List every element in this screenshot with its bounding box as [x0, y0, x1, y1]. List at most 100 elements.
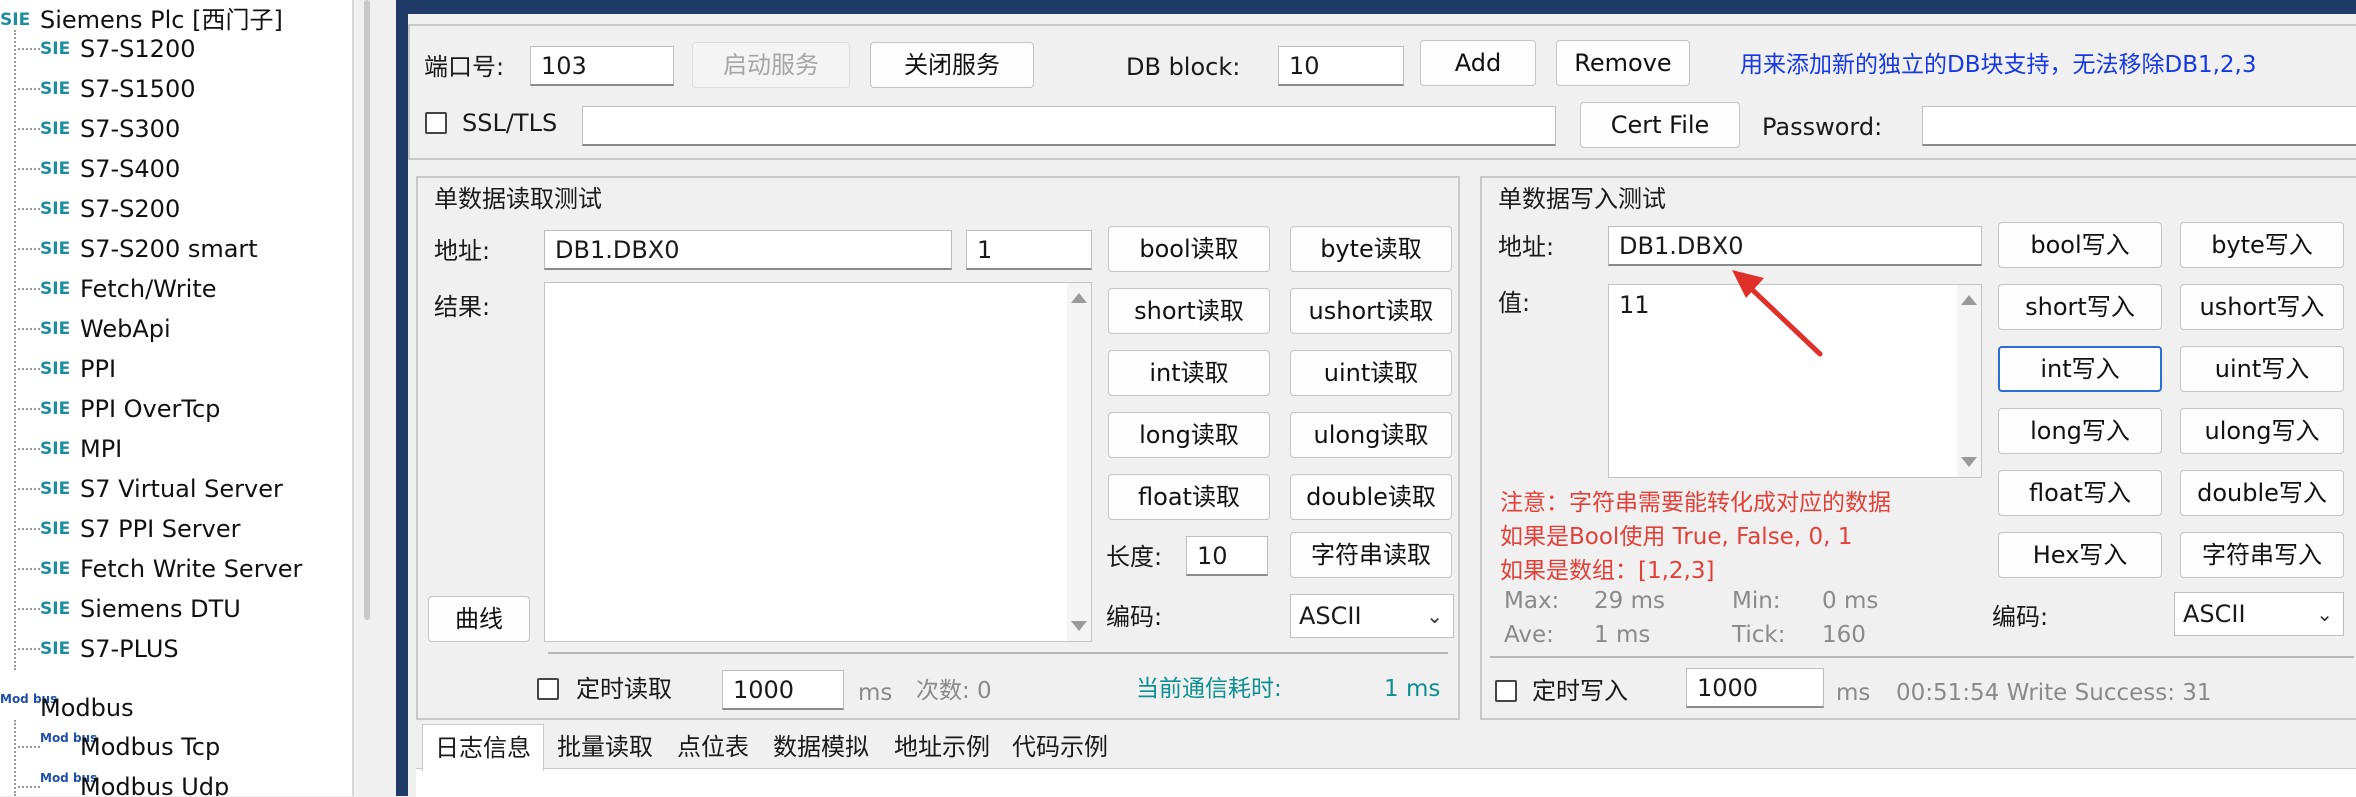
timer-write-interval-input[interactable]: 1000	[1686, 668, 1824, 708]
timer-read-checkbox[interactable]	[537, 678, 559, 700]
tab-content-area	[416, 768, 2356, 797]
read-type-button[interactable]: bool读取	[1108, 226, 1270, 272]
tab-5[interactable]: 代码示例	[1004, 724, 1116, 770]
db-block-label: DB block:	[1126, 53, 1241, 81]
read-type-button[interactable]: ushort读取	[1290, 288, 1452, 334]
tree-item[interactable]: SIE Fetch/Write	[18, 269, 217, 307]
ssl-label: SSL/TLS	[462, 109, 558, 137]
db-block-input[interactable]: 10	[1278, 46, 1404, 86]
tree-item[interactable]: Mod busModbus Tcp	[18, 727, 220, 765]
tree-guide-dots	[18, 48, 40, 50]
tree-item[interactable]: SIE S7-PLUS	[18, 629, 179, 667]
write-type-button[interactable]: double写入	[2180, 470, 2344, 516]
tree-item[interactable]: SIE S7-S200	[18, 189, 180, 227]
tab-4[interactable]: 地址示例	[884, 724, 1000, 770]
value-scrollbar[interactable]	[1957, 285, 1981, 477]
string-read-button[interactable]: 字符串读取	[1290, 532, 1452, 578]
read-count-input[interactable]: 1	[966, 230, 1092, 270]
tree-guide-dots	[18, 168, 40, 170]
read-type-button[interactable]: float读取	[1108, 474, 1270, 520]
tree-item[interactable]: SIE S7-S200 smart	[18, 229, 258, 267]
write-type-button[interactable]: ushort写入	[2180, 284, 2344, 330]
cert-file-button[interactable]: Cert File	[1580, 102, 1740, 148]
write-type-button[interactable]: long写入	[1998, 408, 2162, 454]
write-address-input[interactable]: DB1.DBX0	[1608, 226, 1982, 266]
tree-item[interactable]: SIE PPI OverTcp	[18, 389, 220, 427]
length-input[interactable]: 10	[1186, 536, 1268, 576]
read-encoding-select[interactable]: ASCII ⌄	[1290, 594, 1454, 638]
port-input[interactable]: 103	[530, 46, 674, 86]
device-tree[interactable]: SIE Siemens Plc [西门子] Mod busModbus SIE S7…	[0, 0, 354, 796]
tree-item-label: PPI OverTcp	[80, 395, 221, 423]
read-type-button[interactable]: long读取	[1108, 412, 1270, 458]
tree-item[interactable]: SIE MPI	[18, 429, 122, 467]
ave-value: 1 ms	[1594, 622, 1651, 648]
start-service-button[interactable]: 启动服务	[692, 42, 850, 88]
tick-value: 160	[1822, 622, 1866, 648]
read-type-button[interactable]: uint读取	[1290, 350, 1452, 396]
ssl-checkbox[interactable]	[425, 112, 447, 134]
read-type-button[interactable]: int读取	[1108, 350, 1270, 396]
cert-path-input[interactable]	[582, 106, 1556, 146]
tree-node-modbus[interactable]: Mod busModbus	[0, 688, 134, 726]
write-type-button[interactable]: Hex写入	[1998, 532, 2162, 578]
timer-read-interval-input[interactable]: 1000	[722, 670, 844, 710]
siemens-icon: SIE	[40, 319, 71, 339]
read-type-button[interactable]: ulong读取	[1290, 412, 1452, 458]
siemens-icon: SIE	[40, 359, 71, 379]
min-label: Min:	[1732, 588, 1781, 614]
tree-item[interactable]: SIE S7 Virtual Server	[18, 469, 283, 507]
comm-time-label: 当前通信耗时:	[1136, 676, 1282, 702]
tab-2[interactable]: 点位表	[668, 724, 758, 770]
write-value-label: 值:	[1498, 289, 1531, 317]
tree-item[interactable]: SIE S7-S1200	[18, 29, 195, 67]
stop-service-button[interactable]: 关闭服务	[870, 42, 1034, 88]
tree-guide-dots	[18, 88, 40, 90]
tree-item[interactable]: Mod busModbus Udp	[18, 767, 229, 796]
tree-item[interactable]: SIE Siemens DTU	[18, 589, 241, 627]
tree-item-label: S7-S300	[80, 115, 181, 143]
tree-item[interactable]: SIE PPI	[18, 349, 116, 387]
tree-guide-dots	[18, 786, 40, 788]
read-type-button[interactable]: double读取	[1290, 474, 1452, 520]
write-type-button[interactable]: bool写入	[1998, 222, 2162, 268]
read-address-input[interactable]: DB1.DBX0	[544, 230, 952, 270]
timer-write-checkbox[interactable]	[1495, 680, 1517, 702]
tab-0[interactable]: 日志信息	[422, 724, 544, 771]
write-type-button[interactable]: byte写入	[2180, 222, 2344, 268]
tree-scrollbar[interactable]	[364, 0, 370, 620]
add-db-button[interactable]: Add	[1420, 40, 1536, 86]
tree-item[interactable]: SIE S7-S400	[18, 149, 180, 187]
write-type-button[interactable]: ulong写入	[2180, 408, 2344, 454]
write-note-1: 注意：字符串需要能转化成对应的数据	[1500, 490, 1891, 516]
tab-3[interactable]: 数据模拟	[762, 724, 880, 770]
window-border	[396, 0, 408, 796]
tree-item[interactable]: SIE S7-S1500	[18, 69, 195, 107]
curve-button[interactable]: 曲线	[428, 596, 530, 642]
tree-item[interactable]: SIE S7-S300	[18, 109, 180, 147]
tree-item[interactable]: SIE WebApi	[18, 309, 171, 347]
db-hint-text: 用来添加新的独立的DB块支持，无法移除DB1,2,3	[1740, 52, 2257, 78]
write-type-button[interactable]: float写入	[1998, 470, 2162, 516]
password-input[interactable]	[1922, 106, 2356, 146]
result-scrollbar[interactable]	[1067, 283, 1091, 641]
tree-item-label: Modbus Udp	[80, 773, 230, 796]
remove-db-button[interactable]: Remove	[1556, 40, 1690, 86]
read-result-textarea[interactable]	[544, 282, 1092, 642]
write-encoding-select[interactable]: ASCII ⌄	[2174, 592, 2344, 636]
tree-guide-dots	[18, 488, 40, 490]
tree-item[interactable]: SIE S7 PPI Server	[18, 509, 241, 547]
write-type-button[interactable]: int写入	[1998, 346, 2162, 392]
siemens-icon: SIE	[40, 479, 71, 499]
tree-item[interactable]: SIE Fetch Write Server	[18, 549, 302, 587]
tree-item-label: S7-S1500	[80, 75, 196, 103]
write-type-button[interactable]: uint写入	[2180, 346, 2344, 392]
write-type-button[interactable]: short写入	[1998, 284, 2162, 330]
tree-guide-dots	[18, 648, 40, 650]
write-type-button[interactable]: 字符串写入	[2180, 532, 2344, 578]
read-type-button[interactable]: byte读取	[1290, 226, 1452, 272]
timer-write-label: 定时写入	[1532, 677, 1628, 705]
read-type-button[interactable]: short读取	[1108, 288, 1270, 334]
siemens-icon: SIE	[40, 599, 71, 619]
tab-1[interactable]: 批量读取	[546, 724, 664, 770]
